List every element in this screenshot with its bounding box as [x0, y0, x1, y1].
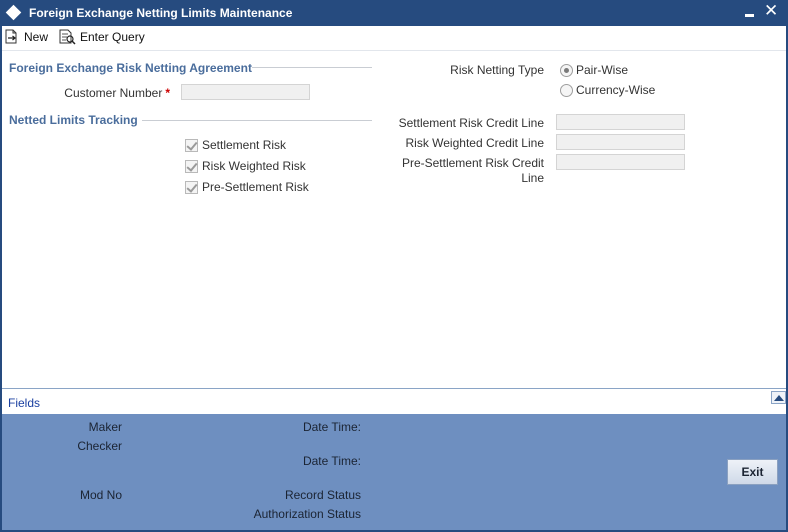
fields-bar: Fields	[2, 388, 786, 414]
radio-selected-icon	[560, 63, 573, 77]
diamond-icon	[5, 4, 22, 21]
checkbox-checked-icon	[185, 159, 198, 173]
form-area: Foreign Exchange Risk Netting Agreement …	[2, 50, 786, 388]
checker-date-time-label: Date Time:	[302, 454, 361, 468]
risk-weighted-risk-label: Risk Weighted Risk	[202, 159, 306, 173]
exit-button[interactable]: Exit	[727, 459, 778, 485]
risk-weighted-credit-line-input[interactable]	[556, 134, 685, 150]
risk-weighted-risk-checkbox[interactable]: Risk Weighted Risk	[185, 159, 306, 173]
enter-query-button[interactable]: Enter Query	[58, 26, 145, 48]
record-status-label: Record Status	[284, 488, 361, 502]
pre-settlement-risk-credit-line-label: Pre-Settlement Risk Credit Line	[401, 156, 544, 185]
pair-wise-label: Pair-Wise	[576, 63, 629, 77]
agreement-section-title: Foreign Exchange Risk Netting Agreement	[9, 61, 252, 75]
minimize-icon[interactable]	[745, 14, 754, 17]
new-button[interactable]: New	[4, 26, 48, 48]
netted-limits-section-title: Netted Limits Tracking	[9, 113, 138, 127]
pre-settlement-risk-checkbox[interactable]: Pre-Settlement Risk	[185, 180, 309, 194]
audit-panel: Maker Checker Mod No Date Time: Date Tim…	[2, 414, 786, 530]
window-title: Foreign Exchange Netting Limits Maintena…	[29, 6, 293, 20]
new-button-label: New	[24, 30, 49, 44]
close-icon[interactable]: ✕	[764, 1, 778, 21]
risk-netting-type-label: Risk Netting Type	[450, 63, 544, 77]
settlement-risk-credit-line-label: Settlement Risk Credit Line	[398, 116, 544, 130]
pre-settlement-risk-credit-line-input[interactable]	[556, 154, 685, 170]
mod-no-label: Mod No	[79, 488, 122, 502]
customer-number-input[interactable]	[181, 84, 310, 100]
title-bar: Foreign Exchange Netting Limits Maintena…	[0, 0, 788, 26]
checkbox-checked-icon	[185, 138, 198, 152]
required-marker: *	[165, 86, 170, 100]
maker-date-time-label: Date Time:	[302, 420, 361, 434]
customer-number-label: Customer Number *	[64, 86, 170, 100]
section-divider	[142, 120, 372, 121]
checker-label: Checker	[77, 439, 122, 453]
checkbox-checked-icon	[185, 180, 198, 194]
currency-wise-radio[interactable]: Currency-Wise	[560, 83, 655, 97]
settlement-risk-checkbox[interactable]: Settlement Risk	[185, 138, 286, 152]
settlement-risk-label: Settlement Risk	[202, 138, 287, 152]
new-document-icon	[5, 29, 17, 44]
fields-link[interactable]: Fields	[8, 396, 40, 410]
currency-wise-label: Currency-Wise	[576, 83, 656, 97]
pre-settlement-risk-label: Pre-Settlement Risk	[202, 180, 309, 194]
collapse-arrow-icon[interactable]	[771, 391, 786, 404]
maker-label: Maker	[88, 420, 122, 434]
pair-wise-radio[interactable]: Pair-Wise	[560, 63, 628, 77]
radio-unselected-icon	[560, 83, 573, 97]
authorization-status-label: Authorization Status	[253, 507, 361, 521]
toolbar: New Enter Query	[2, 26, 786, 50]
enter-query-icon	[59, 29, 76, 45]
risk-weighted-credit-line-label: Risk Weighted Credit Line	[405, 136, 544, 150]
section-divider	[252, 67, 372, 68]
settlement-risk-credit-line-input[interactable]	[556, 114, 685, 130]
enter-query-button-label: Enter Query	[80, 30, 145, 44]
